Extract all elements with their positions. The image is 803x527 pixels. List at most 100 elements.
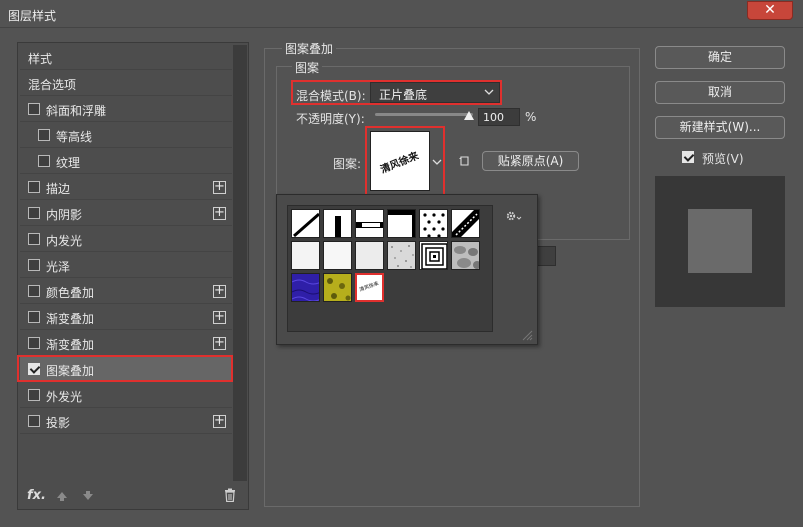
style-list-item[interactable]: 外发光 [20,383,232,408]
add-effect-plus-icon[interactable]: + [213,180,226,194]
style-item-label: 等高线 [56,130,93,144]
opacity-label: 不透明度(Y): [296,112,365,126]
style-list-item[interactable]: 内发光 [20,227,232,252]
title-bar: 图层样式 ✕ [0,0,803,28]
style-preview-thumbnail [655,176,785,307]
pattern-swatch-custom-text[interactable]: 清风徐来 [355,273,384,302]
style-item-checkbox[interactable] [28,389,40,401]
style-item-checkbox[interactable] [28,415,40,427]
pattern-swatch-grid: 清风徐来 [287,205,493,332]
style-list-scrollbar[interactable] [233,45,247,481]
pattern-swatch-dots[interactable] [419,209,448,238]
add-effect-plus-icon[interactable]: + [213,414,226,428]
pattern-swatch-horizontal-bar[interactable] [355,209,384,238]
style-list-item[interactable]: 投影 + [20,409,232,434]
style-list: 样式 混合选项 斜面和浮雕 等高线 纹理 描边 + 内阴影 + 内发光 光泽 颜色叠加 + 渐变叠加 + 渐变… [17,42,249,510]
pattern-swatch-corner[interactable] [387,209,416,238]
style-item-label: 颜色叠加 [46,286,95,300]
style-item-checkbox[interactable] [28,337,40,349]
add-effect-plus-icon[interactable]: + [213,206,226,220]
style-item-label: 渐变叠加 [46,312,95,326]
style-list-item[interactable]: 斜面和浮雕 [20,97,232,122]
style-item-label: 投影 [46,416,71,430]
close-button[interactable]: ✕ [747,1,793,20]
style-item-checkbox[interactable] [38,129,50,141]
style-item-checkbox[interactable] [28,311,40,323]
move-up-icon[interactable] [56,490,68,502]
highlight-blend-mode [291,80,502,105]
style-list-footer: fx. [18,483,248,510]
style-item-label: 内发光 [46,234,83,248]
style-list-item[interactable]: 混合选项 [20,71,232,96]
style-item-checkbox[interactable] [28,181,40,193]
preview-label: 预览(V) [702,152,744,166]
style-item-label: 纹理 [56,156,81,170]
pattern-swatch-concentric[interactable] [419,241,448,270]
style-item-label: 光泽 [46,260,71,274]
ok-button[interactable]: 确定 [655,46,785,69]
style-item-label: 描边 [46,182,71,196]
resize-grip-icon[interactable] [521,329,533,341]
style-item-checkbox[interactable] [38,155,50,167]
style-list-items: 样式 混合选项 斜面和浮雕 等高线 纹理 描边 + 内阴影 + 内发光 光泽 颜色叠加 + 渐变叠加 + 渐变… [18,43,232,483]
window-title: 图层样式 [8,9,57,23]
pattern-swatch-diagonal[interactable] [291,209,320,238]
pattern-swatch-yellow-texture[interactable] [323,273,352,302]
pattern-swatch-custom-label: 清风徐来 [358,280,380,294]
style-list-item[interactable]: 等高线 [20,123,232,148]
highlight-pattern-preview [365,126,445,196]
fx-button[interactable]: fx. [27,488,46,503]
style-list-item[interactable]: 渐变叠加 + [20,305,232,330]
pattern-swatch-noise[interactable] [387,241,416,270]
style-preview-square [688,209,752,273]
pattern-swatch-stone[interactable] [451,241,480,270]
pattern-label: 图案: [333,157,362,171]
style-item-checkbox[interactable] [28,207,40,219]
preview-checkbox[interactable] [682,151,694,163]
style-list-item[interactable]: 光泽 [20,253,232,278]
pattern-swatch-vertical-bar[interactable] [323,209,352,238]
style-item-label: 外发光 [46,390,83,404]
pattern-picker-popup: 清风徐来 [276,194,538,345]
style-list-item[interactable]: 纹理 [20,149,232,174]
new-style-button[interactable]: 新建样式(W)... [655,116,785,139]
style-list-item[interactable]: 描边 + [20,175,232,200]
opacity-input[interactable]: 100 [478,108,520,126]
pattern-overlay-title: 图案叠加 [282,40,337,57]
move-down-icon[interactable] [82,490,94,502]
opacity-slider-thumb[interactable] [464,111,474,120]
pattern-swatch-light-2[interactable] [323,241,352,270]
style-list-item[interactable]: 样式 [20,45,232,70]
style-item-checkbox[interactable] [28,285,40,297]
trash-icon[interactable] [224,488,236,503]
add-effect-plus-icon[interactable]: + [213,284,226,298]
style-item-label: 渐变叠加 [46,338,95,352]
opacity-unit: % [525,110,537,124]
style-item-checkbox[interactable] [28,233,40,245]
style-item-label: 混合选项 [28,78,77,92]
new-preset-icon[interactable] [458,155,470,167]
style-item-label: 样式 [28,52,53,66]
cancel-button[interactable]: 取消 [655,81,785,104]
style-list-item[interactable]: 颜色叠加 + [20,279,232,304]
style-item-checkbox[interactable] [28,259,40,271]
pattern-swatch-blue-texture[interactable] [291,273,320,302]
style-item-checkbox[interactable] [28,103,40,115]
pattern-swatch-thick-diagonal[interactable] [451,209,480,238]
snap-origin-button[interactable]: 贴紧原点(A) [482,151,579,171]
opacity-slider-track[interactable] [375,113,473,116]
pattern-swatch-light-3[interactable] [355,241,384,270]
pattern-subgroup-title: 图案 [292,59,323,76]
highlight-pattern-overlay-item [17,355,233,382]
add-effect-plus-icon[interactable]: + [213,336,226,350]
fx-label: fx [27,488,42,503]
style-list-item[interactable]: 内阴影 + [20,201,232,226]
style-item-label: 内阴影 [46,208,83,222]
style-item-label: 斜面和浮雕 [46,104,107,118]
gear-icon[interactable] [505,209,523,223]
style-list-item[interactable]: 渐变叠加 + [20,331,232,356]
pattern-swatch-light-1[interactable] [291,241,320,270]
fx-sub: . [41,488,46,503]
scale-field-partial[interactable] [536,246,556,266]
add-effect-plus-icon[interactable]: + [213,310,226,324]
